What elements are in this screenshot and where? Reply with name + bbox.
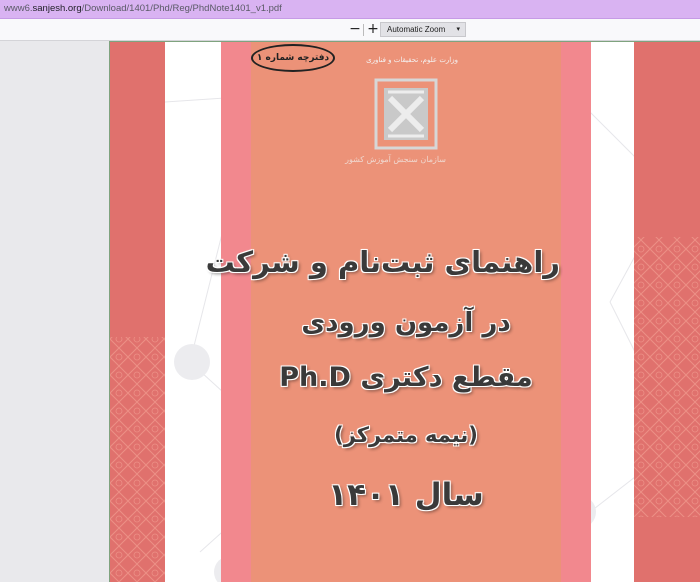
url-path: /Download/1401/Phd/Reg/PhdNote1401_v1.pd… [81,3,282,14]
toolbar-separator [363,24,364,36]
pdf-toolbar: − + Automatic Zoom ▾ [0,19,700,41]
organization-name: سازمان سنجش آموزش کشور [345,155,446,164]
cover-title-line-3: مقطع دکتری Ph.D [279,362,533,393]
zoom-select-value: Automatic Zoom [387,25,446,34]
zoom-select[interactable]: Automatic Zoom ▾ [380,22,466,37]
url-text[interactable]: www6.sanjesh.org/Download/1401/Phd/Reg/P… [4,3,282,14]
address-bar[interactable]: www6.sanjesh.org/Download/1401/Phd/Reg/P… [0,0,700,19]
cover-title-line-2: در آزمون ورودی [301,308,511,338]
chevron-down-icon: ▾ [456,26,460,33]
ministry-text: وزارت علوم، تحقیقات و فناوری [366,56,458,64]
cover-title-line-4: (نیمه متمرکز) [334,423,478,447]
sanjesh-logo-icon [374,78,438,150]
booklet-number-badge: دفترچه شماره ۱ [251,44,335,72]
cover-title-line-5: سال ۱۴۰۱ [328,477,484,513]
cover-title-line-1: راهنمای ثبت‌نام و شرکت [205,245,560,279]
zoom-in-button[interactable]: + [366,22,380,37]
url-prefix: www6. [4,3,33,14]
url-domain: sanjesh.org [32,3,82,14]
zoom-out-button[interactable]: − [348,22,362,37]
